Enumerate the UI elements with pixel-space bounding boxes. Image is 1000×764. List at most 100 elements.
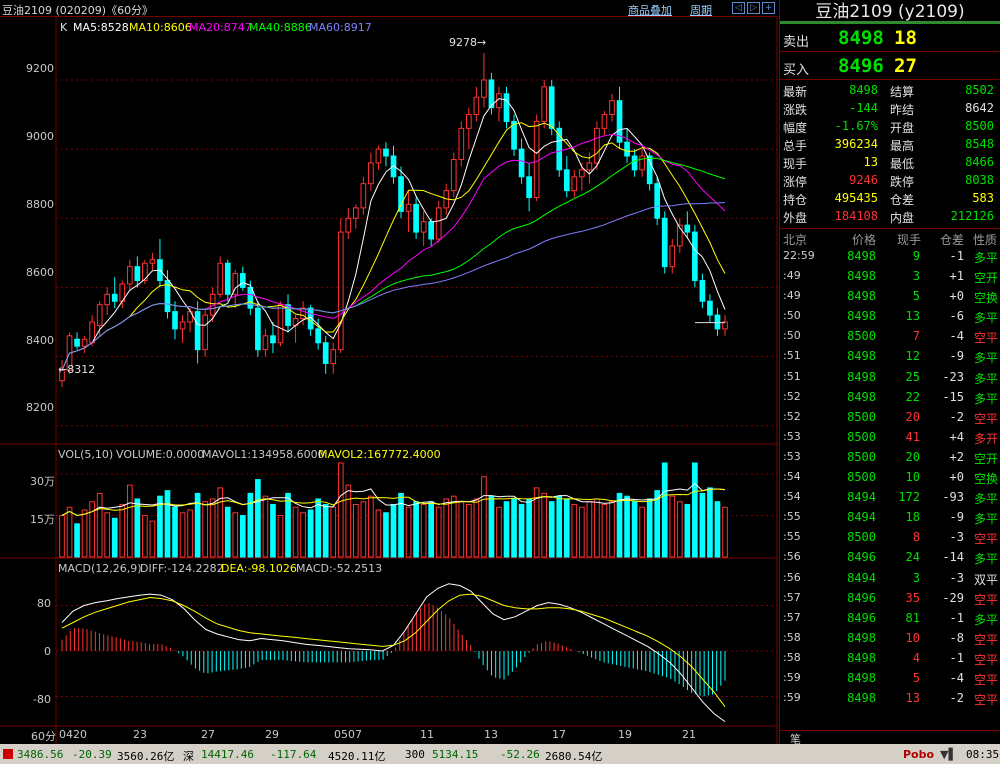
volume-bar bbox=[202, 501, 208, 558]
scroll-left-icon[interactable]: ◁ bbox=[732, 2, 745, 14]
kline-chart-area[interactable]: K MA5:8528 MA10:8606 MA20:8747 MA40:8886… bbox=[0, 17, 778, 744]
tick-row[interactable]: :54 8500 10 +0 空换 bbox=[780, 468, 1000, 488]
tick-price: 8498 bbox=[847, 349, 876, 364]
status-item: 2680.54亿 bbox=[545, 750, 603, 763]
tick-row[interactable]: :49 8498 5 +0 空换 bbox=[780, 287, 1000, 307]
period-menu-link[interactable]: 周期 bbox=[690, 2, 712, 18]
tick-row[interactable]: :58 8498 4 -1 空平 bbox=[780, 649, 1000, 669]
tick-row[interactable]: :49 8498 3 +1 空开 bbox=[780, 267, 1000, 287]
tick-row[interactable]: :55 8500 8 -3 空平 bbox=[780, 528, 1000, 548]
tick-row[interactable]: :57 8496 81 -1 多平 bbox=[780, 609, 1000, 629]
bid-row[interactable]: 买入 8496 27 bbox=[780, 52, 1000, 80]
candle-body bbox=[337, 231, 344, 351]
candle-body bbox=[352, 207, 359, 219]
tick-row[interactable]: :50 8498 13 -6 多平 bbox=[780, 307, 1000, 327]
volume-bar bbox=[179, 512, 186, 558]
candle-body bbox=[661, 217, 668, 268]
tick-row[interactable]: :59 8498 5 -4 空平 bbox=[780, 669, 1000, 689]
macd-label: MACD(12,26,9) bbox=[58, 562, 142, 575]
tick-qty: 5 bbox=[912, 289, 920, 304]
zoom-in-icon[interactable]: + bbox=[762, 2, 775, 14]
volume-bar bbox=[277, 515, 284, 558]
status-item: 5134.15 bbox=[432, 748, 479, 761]
tick-price: 8498 bbox=[847, 650, 876, 665]
tick-row[interactable]: :52 8500 20 -2 空平 bbox=[780, 408, 1000, 428]
volume-bar bbox=[292, 506, 299, 558]
tick-row[interactable]: :51 8498 25 -23 多平 bbox=[780, 368, 1000, 388]
tick-nature: 多平 bbox=[973, 251, 998, 265]
col-qty: 现手 bbox=[897, 233, 922, 247]
volume-bar bbox=[337, 462, 344, 558]
tick-row[interactable]: :55 8494 18 -9 多平 bbox=[780, 508, 1000, 528]
macd-tick-0: 0 bbox=[44, 645, 51, 658]
tick-row[interactable]: :56 8496 24 -14 多平 bbox=[780, 548, 1000, 568]
status-item: -52.26 bbox=[500, 748, 540, 761]
tick-price: 8496 bbox=[847, 610, 876, 625]
tick-row[interactable]: :57 8496 35 -29 空平 bbox=[780, 589, 1000, 609]
status-item: 14417.46 bbox=[201, 748, 254, 761]
tick-oi: -3 bbox=[949, 530, 964, 545]
tick-qty: 3 bbox=[912, 269, 920, 284]
stat-label: 昨结 bbox=[890, 103, 915, 117]
tick-qty: 10 bbox=[905, 470, 920, 485]
low-price-marker: ←8312 bbox=[58, 363, 96, 376]
market-indicator-icon bbox=[3, 749, 13, 759]
tick-oi: -9 bbox=[949, 510, 964, 525]
tick-row[interactable]: :52 8498 22 -15 多平 bbox=[780, 388, 1000, 408]
tick-time: :59 bbox=[783, 670, 801, 684]
volume-bar bbox=[104, 512, 111, 558]
volume-bar bbox=[111, 517, 118, 558]
scroll-right-icon[interactable]: ▷ bbox=[747, 2, 760, 14]
candle-body bbox=[277, 304, 284, 344]
stat-value: 184108 bbox=[834, 209, 878, 223]
volume-bar bbox=[488, 495, 495, 558]
tick-row[interactable]: :50 8500 7 -4 空平 bbox=[780, 327, 1000, 347]
volume-bar bbox=[654, 490, 661, 558]
volume-bar bbox=[405, 506, 412, 558]
volume-bar bbox=[383, 512, 389, 558]
tick-row[interactable]: :53 8500 20 +2 空开 bbox=[780, 448, 1000, 468]
stat-label: 跌停 bbox=[890, 175, 915, 189]
tick-row[interactable]: :56 8494 3 -3 双平 bbox=[780, 569, 1000, 589]
tick-row[interactable]: 22:59 8498 9 -1 多平 bbox=[780, 247, 1000, 267]
tick-price: 8500 bbox=[847, 409, 876, 424]
tick-row[interactable]: :51 8498 12 -9 多平 bbox=[780, 347, 1000, 367]
tick-row[interactable]: :59 8498 13 -2 空平 bbox=[780, 689, 1000, 709]
tick-nature: 空平 bbox=[973, 532, 998, 547]
diff-line bbox=[61, 583, 726, 723]
stat-label: 结算 bbox=[890, 85, 915, 99]
status-bar: 3486.56 -20.39 3560.26亿 深 14417.46 -117.… bbox=[0, 744, 1000, 764]
candle-body bbox=[398, 176, 404, 212]
candle-body bbox=[239, 273, 246, 288]
quote-stats: 最新 8498 结算 8502 涨跌 -144 昨结 8642 幅度 -1.67% 开盘 8500 总手… bbox=[780, 80, 1000, 229]
candle-body bbox=[405, 203, 412, 212]
vol-label: VOL(5,10) bbox=[58, 448, 114, 461]
tick-list[interactable]: 22:59 8498 9 -1 多平:49 8498 3 +1 空开:49 8498 5 +0 空换:5… bbox=[780, 247, 1000, 709]
col-nature: 性质 bbox=[973, 233, 998, 247]
volume-bar bbox=[390, 503, 397, 558]
volume-bar bbox=[503, 501, 510, 558]
stat-value: 13 bbox=[863, 155, 878, 169]
tick-row[interactable]: :53 8500 41 +4 多开 bbox=[780, 428, 1000, 448]
volume-bar bbox=[420, 503, 427, 558]
status-item: 4520.11亿 bbox=[328, 750, 386, 763]
stat-value: 9246 bbox=[849, 173, 878, 187]
kline-svg[interactable] bbox=[0, 17, 778, 744]
col-price: 价格 bbox=[852, 233, 877, 247]
volume-bar bbox=[435, 506, 442, 558]
tick-qty: 18 bbox=[905, 510, 920, 525]
candle-body bbox=[533, 120, 540, 199]
tick-nature: 空平 bbox=[973, 592, 998, 607]
stat-row: 涨停 9246 跌停 8038 bbox=[780, 172, 1000, 190]
candle-body bbox=[202, 314, 208, 351]
volume-bar bbox=[270, 503, 276, 558]
candle-body bbox=[601, 114, 608, 129]
overlay-menu-link[interactable]: 商品叠加 bbox=[628, 2, 672, 18]
tick-row[interactable]: :58 8498 10 -8 空平 bbox=[780, 629, 1000, 649]
tick-row[interactable]: :54 8494 172 -93 多平 bbox=[780, 488, 1000, 508]
candle-body bbox=[428, 221, 435, 240]
candle-body bbox=[654, 183, 661, 219]
ask-row[interactable]: 卖出 8498 18 bbox=[780, 24, 1000, 52]
tick-price: 8498 bbox=[847, 269, 876, 284]
volume-bar bbox=[255, 479, 261, 558]
